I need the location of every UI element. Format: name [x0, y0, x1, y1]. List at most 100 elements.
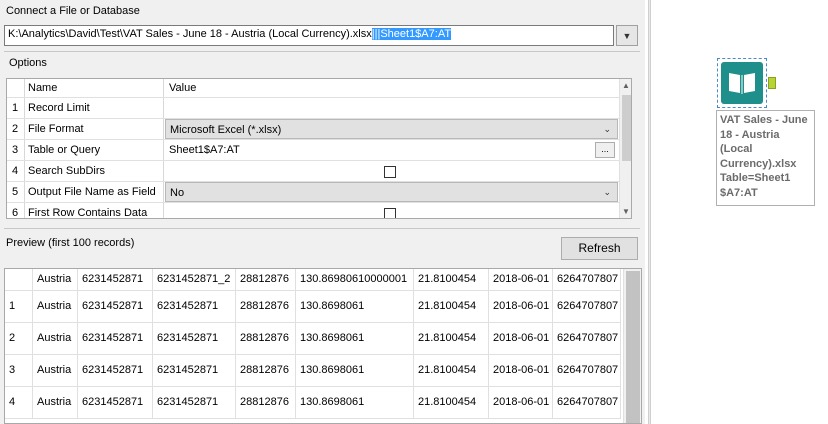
option-row-search-subdirs[interactable]: 4 Search SubDirs [7, 161, 619, 182]
table-cell: 2018-06-01 [489, 355, 553, 387]
option-row-file-format[interactable]: 2 File Format Microsoft Excel (*.xlsx) ⌄ [7, 119, 619, 140]
preview-grid: Austria 6231452871 6231452871_2 28812876… [4, 268, 642, 424]
record-limit-input[interactable] [165, 98, 618, 118]
file-format-value: Microsoft Excel (*.xlsx) [170, 124, 282, 136]
scrollbar-thumb[interactable] [626, 271, 640, 423]
option-name: Record Limit [28, 98, 164, 118]
options-grid: Name Value 1 Record Limit 2 File Format … [6, 78, 632, 219]
header-cell [5, 269, 33, 291]
search-subdirs-checkbox[interactable] [384, 166, 396, 178]
tool-label-line: Currency).xlsx [720, 157, 797, 170]
option-row-first-row-data[interactable]: 6 First Row Contains Data [7, 203, 619, 218]
row-number-cell: 1 [5, 291, 33, 323]
output-file-name-select[interactable]: No ⌄ [165, 182, 618, 202]
table-row[interactable]: 2 Austria 6231452871 6231452871 28812876… [5, 323, 621, 355]
table-cell: 6231452871 [153, 291, 236, 323]
table-cell: 21.8100454 [414, 323, 489, 355]
header-cell: 21.8100454 [414, 269, 489, 291]
table-cell: 6264707807 [553, 323, 621, 355]
first-row-data-checkbox[interactable] [384, 208, 396, 218]
table-cell: 6231452871 [153, 323, 236, 355]
row-number: 4 [7, 161, 25, 181]
table-cell: 28812876 [236, 387, 296, 419]
table-cell: 6264707807 [553, 387, 621, 419]
table-query-input[interactable]: Sheet1$A7:AT ... [165, 140, 618, 160]
pane-splitter[interactable] [648, 0, 651, 424]
divider [4, 228, 640, 229]
scroll-up-icon[interactable]: ▲ [620, 81, 631, 90]
options-scrollbar[interactable]: ▲ ▼ [619, 79, 631, 218]
option-name: Search SubDirs [28, 161, 164, 181]
scroll-down-icon[interactable]: ▼ [620, 207, 631, 216]
table-cell: 130.8698061 [296, 291, 414, 323]
path-dropdown-button[interactable]: ▼ [616, 25, 638, 46]
row-number-cell: 3 [5, 355, 33, 387]
row-number-cell: 4 [5, 387, 33, 419]
tool-label-line: Table=Sheet1 [720, 172, 791, 184]
header-cell: 6231452871 [78, 269, 153, 291]
search-subdirs-cell [165, 161, 618, 181]
tool-annotation: VAT Sales - June 18 - Austria (Local Cur… [716, 110, 815, 206]
row-number-cell: 2 [5, 323, 33, 355]
table-cell: Austria [33, 387, 78, 419]
header-num-cell [7, 79, 25, 97]
options-header-row: Name Value [7, 79, 619, 98]
table-query-value: Sheet1$A7:AT [169, 144, 240, 156]
table-row[interactable]: 1 Austria 6231452871 6231452871 28812876… [5, 291, 621, 323]
table-row[interactable]: 3 Austria 6231452871 6231452871 28812876… [5, 355, 621, 387]
option-row-output-file-name[interactable]: 5 Output File Name as Field No ⌄ [7, 182, 619, 203]
chevron-down-icon: ▼ [622, 30, 632, 41]
header-cell: 6264707807 [553, 269, 621, 291]
header-value: Value [169, 82, 197, 94]
row-number: 3 [7, 140, 25, 160]
row-number: 6 [7, 203, 25, 218]
chevron-down-icon: ⌄ [603, 187, 611, 197]
first-row-data-cell [165, 203, 618, 218]
connect-label: Connect a File or Database [6, 5, 140, 17]
row-number: 5 [7, 182, 25, 202]
option-row-table-query[interactable]: 3 Table or Query Sheet1$A7:AT ... [7, 140, 619, 161]
option-name: File Format [28, 119, 164, 139]
table-row[interactable]: 4 Austria 6231452871 6231452871 28812876… [5, 387, 621, 419]
book-input-icon [721, 62, 763, 104]
table-cell: 6231452871 [78, 355, 153, 387]
header-cell: 130.86980610000001 [296, 269, 414, 291]
tool-label-line: 18 - Austria [720, 128, 780, 141]
tool-label-line: VAT Sales - June [720, 114, 808, 126]
scrollbar-thumb[interactable] [622, 95, 631, 161]
table-cell: 6264707807 [553, 291, 621, 323]
path-selected-text: |||Sheet1$A7:AT [371, 28, 452, 40]
table-cell: 2018-06-01 [489, 323, 553, 355]
table-cell: 130.8698061 [296, 323, 414, 355]
table-cell: 28812876 [236, 323, 296, 355]
book-input-icon-graphic [729, 73, 755, 94]
table-cell: 21.8100454 [414, 291, 489, 323]
file-format-select[interactable]: Microsoft Excel (*.xlsx) ⌄ [165, 119, 618, 139]
table-cell: Austria [33, 355, 78, 387]
table-cell: 6231452871 [78, 387, 153, 419]
input-data-tool[interactable] [717, 58, 767, 108]
option-name: Table or Query [28, 140, 164, 160]
browse-button[interactable]: ... [595, 142, 615, 158]
divider [4, 51, 640, 52]
header-cell: 28812876 [236, 269, 296, 291]
option-name: First Row Contains Data [28, 203, 164, 218]
preview-scrollbar[interactable] [623, 269, 641, 423]
preview-label: Preview (first 100 records) [6, 237, 135, 249]
option-row-record-limit[interactable]: 1 Record Limit [7, 98, 619, 119]
table-cell: 21.8100454 [414, 387, 489, 419]
table-cell: 6231452871 [78, 323, 153, 355]
table-cell: 2018-06-01 [489, 387, 553, 419]
output-connector-anchor[interactable] [768, 77, 776, 89]
tool-label-line: $A7:AT [720, 186, 758, 199]
header-cell: Austria [33, 269, 78, 291]
table-cell: 6231452871 [153, 387, 236, 419]
output-file-name-value: No [170, 187, 185, 199]
row-number: 2 [7, 119, 25, 139]
file-path-input[interactable]: K:\Analytics\David\Test\VAT Sales - June… [4, 25, 614, 46]
table-cell: Austria [33, 291, 78, 323]
header-cell: 2018-06-01 [489, 269, 553, 291]
configuration-pane: Connect a File or Database K:\Analytics\… [0, 0, 645, 424]
refresh-button[interactable]: Refresh [561, 237, 638, 260]
option-name: Output File Name as Field [28, 182, 164, 202]
